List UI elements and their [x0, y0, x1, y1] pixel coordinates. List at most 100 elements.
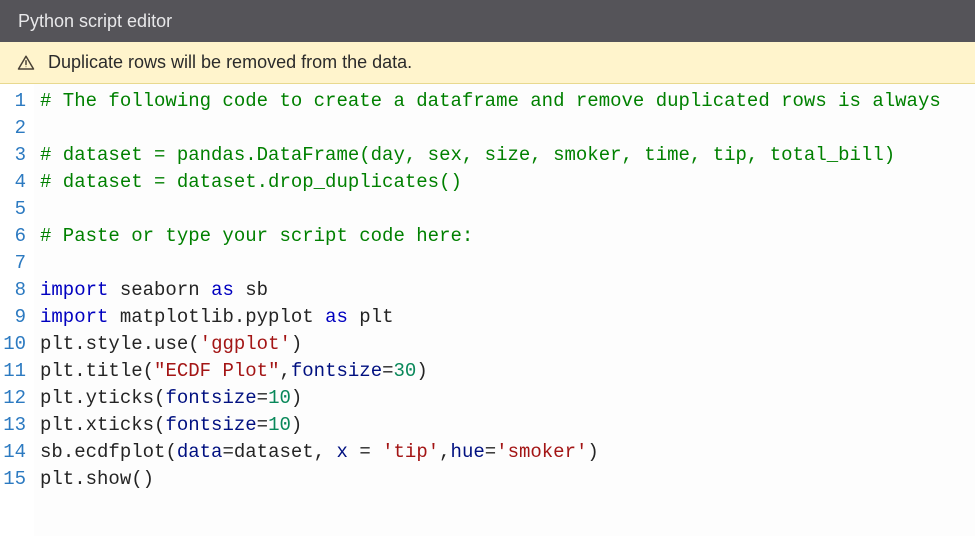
code-token: 10 [268, 387, 291, 409]
code-token: . [63, 441, 74, 463]
code-token: ) [291, 387, 302, 409]
code-token: , [314, 441, 337, 463]
code-token: as [211, 279, 234, 301]
line-number: 4 [0, 169, 34, 196]
code-token: seaborn [120, 279, 200, 301]
line-number: 2 [0, 115, 34, 142]
code-token: # dataset = dataset.drop_duplicates() [40, 171, 462, 193]
code-token: title [86, 360, 143, 382]
code-token: ( [165, 441, 176, 463]
code-line[interactable]: plt.yticks(fontsize=10) [40, 385, 975, 412]
code-token: = [485, 441, 496, 463]
code-token: ) [416, 360, 427, 382]
code-token [108, 306, 119, 328]
code-token: 'tip' [382, 441, 439, 463]
code-token: style [86, 333, 143, 355]
code-token: show [86, 468, 132, 490]
code-token: "ECDF Plot" [154, 360, 279, 382]
warning-text: Duplicate rows will be removed from the … [48, 52, 412, 73]
line-number: 11 [0, 358, 34, 385]
code-token: ( [188, 333, 199, 355]
code-token: ( [154, 414, 165, 436]
code-line[interactable]: # dataset = dataset.drop_duplicates() [40, 169, 975, 196]
code-token: 'smoker' [496, 441, 587, 463]
code-token [234, 279, 245, 301]
code-token: matplotlib.pyplot [120, 306, 314, 328]
code-line[interactable]: plt.title("ECDF Plot",fontsize=30) [40, 358, 975, 385]
code-line[interactable] [40, 196, 975, 223]
code-token [314, 306, 325, 328]
code-line[interactable] [40, 115, 975, 142]
code-token: , [279, 360, 290, 382]
code-token: dataset [234, 441, 314, 463]
code-line[interactable]: plt.show() [40, 466, 975, 493]
code-line[interactable]: import seaborn as sb [40, 277, 975, 304]
code-token: fontsize [291, 360, 382, 382]
line-number-gutter: 123456789101112131415 [0, 84, 34, 536]
code-token: ) [291, 414, 302, 436]
code-token: . [74, 387, 85, 409]
code-line[interactable]: plt.style.use('ggplot') [40, 331, 975, 358]
code-token: plt [359, 306, 393, 328]
code-line[interactable]: # Paste or type your script code here: [40, 223, 975, 250]
line-number: 3 [0, 142, 34, 169]
code-line[interactable]: # The following code to create a datafra… [40, 88, 975, 115]
code-token: fontsize [165, 387, 256, 409]
code-token: # The following code to create a datafra… [40, 90, 941, 112]
code-editor[interactable]: 123456789101112131415 # The following co… [0, 84, 975, 536]
code-token: 'ggplot' [200, 333, 291, 355]
code-token: plt [40, 468, 74, 490]
code-token: hue [451, 441, 485, 463]
code-token: = [257, 414, 268, 436]
code-token: plt [40, 360, 74, 382]
code-token: as [325, 306, 348, 328]
code-token: plt [40, 387, 74, 409]
code-token: = [257, 387, 268, 409]
code-token [348, 441, 359, 463]
code-token: # Paste or type your script code here: [40, 225, 473, 247]
line-number: 13 [0, 412, 34, 439]
code-token: data [177, 441, 223, 463]
editor-title: Python script editor [18, 11, 172, 32]
code-token [108, 279, 119, 301]
code-token: import [40, 279, 108, 301]
code-token: import [40, 306, 108, 328]
code-token: # dataset = pandas.DataFrame(day, sex, s… [40, 144, 895, 166]
editor-title-bar: Python script editor [0, 0, 975, 42]
code-token: . [74, 414, 85, 436]
code-token: yticks [86, 387, 154, 409]
code-token [348, 306, 359, 328]
code-token: ) [291, 333, 302, 355]
line-number: 12 [0, 385, 34, 412]
code-token: 30 [394, 360, 417, 382]
code-token: sb [40, 441, 63, 463]
code-token: () [131, 468, 154, 490]
line-number: 5 [0, 196, 34, 223]
code-token: = [222, 441, 233, 463]
code-token: plt [40, 333, 74, 355]
line-number: 1 [0, 88, 34, 115]
code-token: ( [143, 360, 154, 382]
code-line[interactable]: sb.ecdfplot(data=dataset, x = 'tip',hue=… [40, 439, 975, 466]
code-line[interactable]: # dataset = pandas.DataFrame(day, sex, s… [40, 142, 975, 169]
code-token: , [439, 441, 450, 463]
code-token: = [382, 360, 393, 382]
code-line[interactable]: plt.xticks(fontsize=10) [40, 412, 975, 439]
line-number: 10 [0, 331, 34, 358]
code-token [200, 279, 211, 301]
code-token: = [359, 441, 370, 463]
line-number: 6 [0, 223, 34, 250]
code-token [371, 441, 382, 463]
code-token: ) [587, 441, 598, 463]
code-line[interactable] [40, 250, 975, 277]
code-line[interactable]: import matplotlib.pyplot as plt [40, 304, 975, 331]
line-number: 7 [0, 250, 34, 277]
warning-bar: Duplicate rows will be removed from the … [0, 42, 975, 84]
code-token: . [74, 333, 85, 355]
code-token: sb [245, 279, 268, 301]
code-token: ecdfplot [74, 441, 165, 463]
code-token: fontsize [165, 414, 256, 436]
code-token: . [74, 360, 85, 382]
code-area[interactable]: # The following code to create a datafra… [34, 84, 975, 536]
line-number: 8 [0, 277, 34, 304]
